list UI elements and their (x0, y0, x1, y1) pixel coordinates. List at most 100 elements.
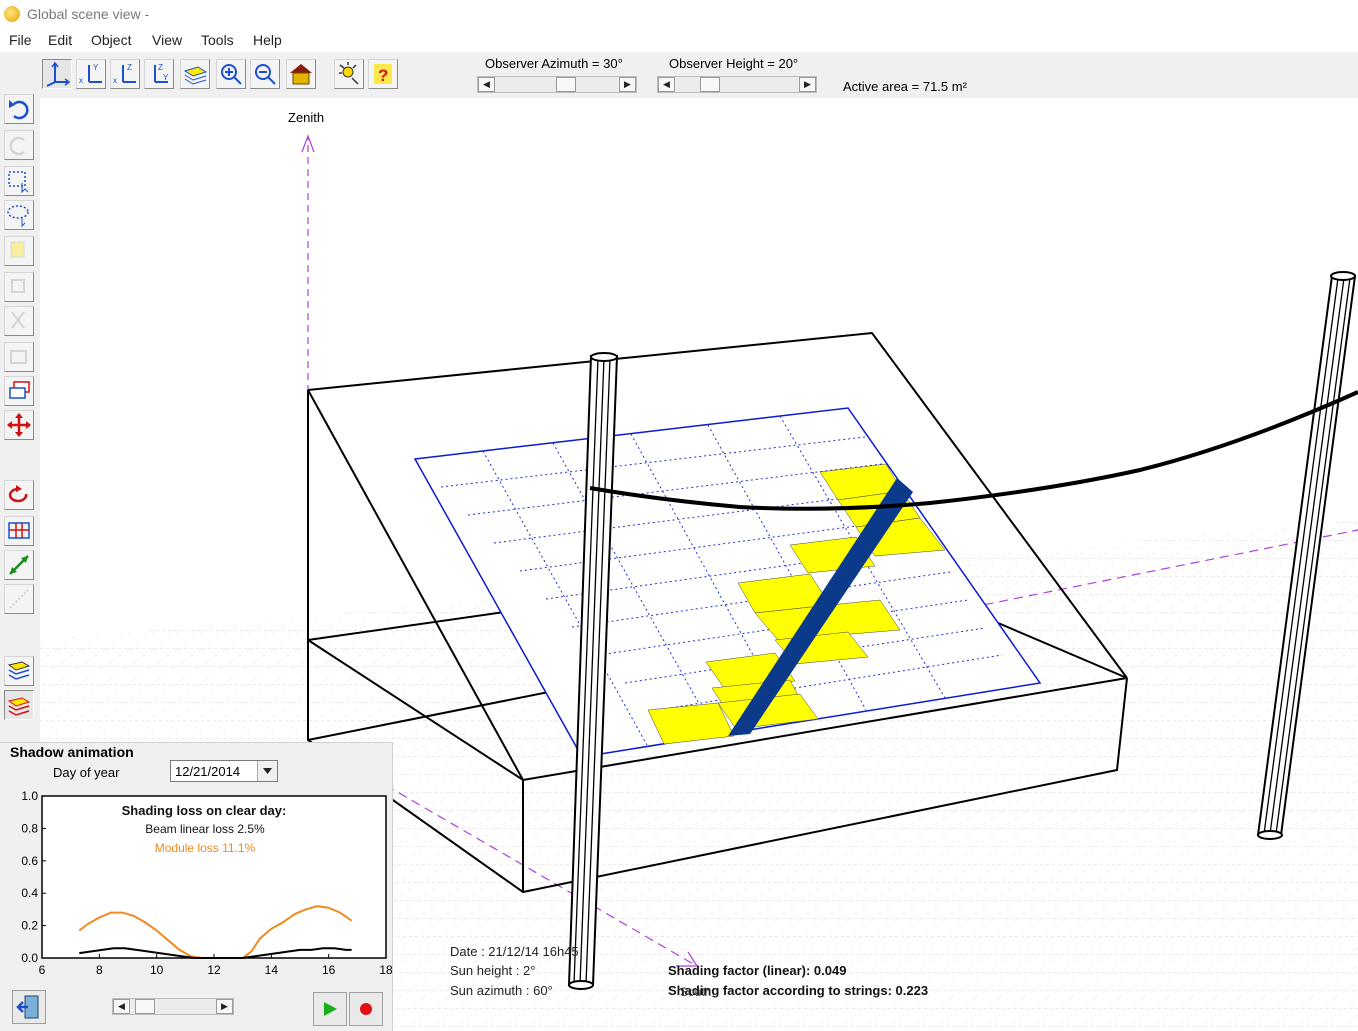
rotate-button[interactable] (4, 480, 34, 510)
slider-thumb[interactable] (700, 77, 720, 92)
day-of-year-value: 12/21/2014 (175, 764, 241, 779)
chart-plot-area (41, 795, 387, 959)
view-xz-icon: xZ (113, 63, 136, 85)
observer-azimuth-slider[interactable]: ◀ ▶ (477, 76, 637, 93)
y-tick-label: 1.0 (21, 789, 38, 803)
help-icon: ? (374, 64, 392, 85)
layers-active-icon (7, 697, 31, 716)
view-xy-icon: xY (79, 63, 102, 85)
svg-text:Z: Z (127, 63, 132, 72)
shading-loss-chart: 6 8 10 12 14 16 18 0.0 0.2 0.4 0.6 0.8 1.0 Shading l… (21, 789, 392, 977)
zoom-out-icon (255, 64, 276, 85)
zoom-in-icon (221, 64, 242, 85)
scroll-left-arrow-icon[interactable]: ◀ (658, 77, 675, 92)
group-button[interactable] (4, 342, 34, 372)
beam-loss-label: Beam linear loss 2.5% (145, 822, 265, 836)
scroll-right-arrow-icon[interactable]: ▶ (799, 77, 816, 92)
line-button[interactable] (4, 550, 34, 580)
scroll-right-arrow-icon[interactable]: ▶ (216, 999, 233, 1014)
cut-button[interactable] (4, 306, 34, 336)
view-yz-button[interactable]: ZY (144, 59, 174, 89)
slider-thumb[interactable] (556, 77, 576, 92)
undo-button[interactable] (4, 94, 34, 124)
lasso-select-button[interactable] (4, 200, 34, 230)
sun-height-info: Sun height : 2° (450, 963, 535, 978)
observer-height-slider[interactable]: ◀ ▶ (657, 76, 817, 93)
sun-button[interactable] (334, 59, 364, 89)
axes-3d-button[interactable] (42, 59, 72, 89)
svg-text:?: ? (378, 66, 388, 85)
layers-object-icon (9, 381, 30, 399)
view-xy-button[interactable]: xY (76, 59, 106, 89)
paste-icon (11, 279, 25, 293)
move-button[interactable] (4, 410, 34, 440)
paste-button[interactable] (4, 272, 34, 302)
svg-text:Z: Z (158, 63, 163, 72)
shading-factor-linear: Shading factor (linear): 0.049 (668, 963, 846, 978)
copy-icon (10, 241, 25, 258)
window-title: Global scene view - (27, 6, 150, 22)
day-of-year-select[interactable]: 12/21/2014 (170, 760, 278, 782)
menu-help[interactable]: Help (253, 32, 282, 48)
move-icon (7, 413, 31, 437)
svg-text:x: x (79, 76, 83, 85)
menu-edit[interactable]: Edit (48, 32, 72, 48)
app-sun-icon (4, 6, 20, 22)
house-button[interactable] (286, 59, 316, 89)
zoom-in-button[interactable] (216, 59, 246, 89)
layers-object-button[interactable] (4, 376, 34, 406)
y-tick-label: 0.6 (21, 854, 38, 868)
layers-view-button[interactable] (180, 59, 210, 89)
shadow-animation-title: Shadow animation (10, 744, 134, 760)
chevron-down-icon[interactable] (257, 761, 277, 781)
menu-object[interactable]: Object (91, 32, 131, 48)
chart-title: Shading loss on clear day: (122, 803, 287, 818)
svg-text:Y: Y (163, 73, 169, 82)
x-tick-label: 14 (265, 963, 279, 977)
redo-button[interactable] (4, 130, 34, 160)
y-tick-label: 0.8 (21, 821, 38, 835)
menu-file[interactable]: File (9, 32, 32, 48)
slider-thumb[interactable] (135, 999, 155, 1014)
house-icon (290, 64, 312, 85)
scroll-left-arrow-icon[interactable]: ◀ (113, 999, 130, 1014)
layers-active-button[interactable] (4, 690, 34, 720)
help-button[interactable]: ? (368, 59, 398, 89)
south-label: South (680, 985, 711, 999)
undo-icon (9, 100, 29, 120)
svg-text:Y: Y (93, 63, 99, 72)
rotate-icon (8, 485, 28, 503)
menu-view[interactable]: View (152, 32, 182, 48)
cut-icon (11, 311, 25, 329)
x-tick-label: 16 (322, 963, 336, 977)
layers-button[interactable] (4, 656, 34, 686)
rect-select-button[interactable] (4, 166, 34, 196)
day-of-year-label: Day of year (53, 765, 120, 780)
y-tick-label: 0.2 (21, 919, 38, 933)
play-icon (324, 1002, 337, 1016)
x-tick-label: 18 (379, 963, 392, 977)
scroll-right-arrow-icon[interactable]: ▶ (619, 77, 636, 92)
x-tick-label: 8 (96, 963, 103, 977)
observer-azimuth-label: Observer Azimuth = 30° (485, 56, 623, 71)
dotted-line-button[interactable] (4, 584, 34, 614)
table-button[interactable] (4, 516, 34, 546)
title-bar: Global scene view - (0, 0, 1358, 28)
rect-select-icon (8, 171, 29, 194)
x-tick-label: 6 (39, 963, 46, 977)
sun-icon (339, 62, 359, 85)
menu-tools[interactable]: Tools (201, 32, 234, 48)
animation-time-slider[interactable]: ◀ ▶ (112, 998, 234, 1015)
play-button[interactable] (313, 992, 347, 1026)
record-button[interactable] (349, 992, 383, 1026)
copy-button[interactable] (4, 236, 34, 266)
record-icon (360, 1003, 372, 1015)
view-xz-button[interactable]: xZ (110, 59, 140, 89)
zoom-out-button[interactable] (250, 59, 280, 89)
lasso-select-icon (7, 205, 29, 228)
redo-icon (9, 136, 25, 156)
zenith-label: Zenith (288, 110, 324, 125)
scroll-left-arrow-icon[interactable]: ◀ (478, 77, 495, 92)
active-area-label: Active area = 71.5 m² (843, 79, 967, 94)
exit-button[interactable] (12, 990, 46, 1024)
